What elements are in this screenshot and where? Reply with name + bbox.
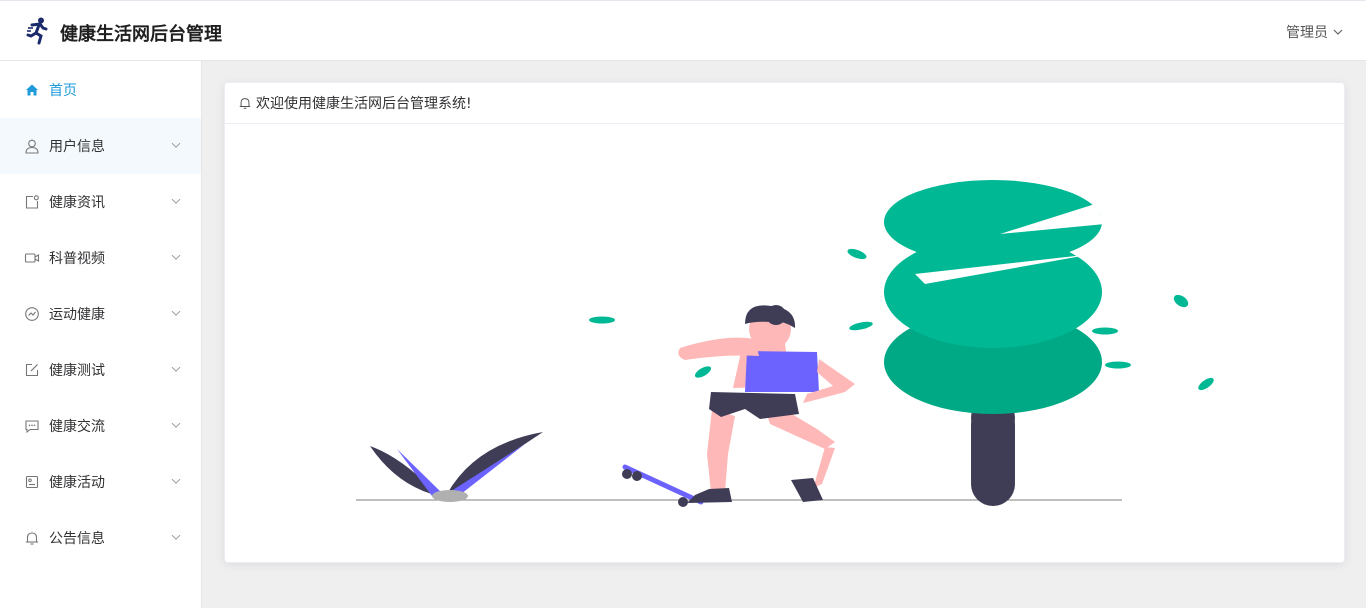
sidebar-item-science-video[interactable]: 科普视频 [0,230,201,286]
chevron-down-icon [1333,29,1343,35]
sidebar-item-health-activity[interactable]: 健康活动 [0,454,201,510]
sidebar-item-exercise-health[interactable]: 运动健康 [0,286,201,342]
welcome-text: 欢迎使用健康生活网后台管理系统! [256,96,472,112]
person-illustration [678,305,855,503]
edit-icon [24,362,40,378]
sidebar-item-announcements[interactable]: 公告信息 [0,510,201,566]
chat-dots-icon [24,418,40,434]
welcome-illustration [356,180,1214,507]
chevron-down-icon [171,364,181,374]
sidebar-item-label: 公告信息 [49,531,105,547]
user-icon [24,138,40,154]
home-icon [24,82,40,98]
sidebar-item-health-news[interactable]: 健康资讯 [0,174,201,230]
card-header: 欢迎使用健康生活网后台管理系统! [225,83,1344,124]
sidebar-item-label: 运动健康 [49,307,105,323]
chevron-down-icon [171,476,181,486]
sidebar-item-label: 健康测试 [49,363,105,379]
sidebar-item-home[interactable]: 首页 [0,61,201,118]
sidebar-item-health-test[interactable]: 健康测试 [0,342,201,398]
welcome-card: 欢迎使用健康生活网后台管理系统! [224,82,1345,563]
chevron-down-icon [171,140,181,150]
chevron-down-icon [171,252,181,262]
sidebar-item-health-exchange[interactable]: 健康交流 [0,398,201,454]
sidebar-item-label: 用户信息 [49,139,105,155]
user-menu[interactable]: 管理员 [1286,22,1344,42]
tree-illustration [884,180,1105,506]
sidebar-item-label: 健康活动 [49,475,105,491]
chart-circle-icon [24,306,40,322]
runner-logo-icon [26,17,48,45]
user-name: 管理员 [1286,25,1328,41]
sidebar-item-label: 健康资讯 [49,195,105,211]
bell-icon [239,98,251,109]
sidebar-item-label: 首页 [49,82,77,99]
sidebar-item-user-info[interactable]: 用户信息 [0,118,201,174]
sidebar-item-label: 科普视频 [49,251,105,267]
plant-illustration [370,432,543,502]
chevron-down-icon [171,420,181,430]
document-list-icon [24,474,40,490]
sidebar-menu: 首页 用户信息 健康资讯 科普视频 运动健康 健康测试 健康交流 健康活动 公告… [0,61,202,608]
brand-title: 健康生活网后台管理 [60,24,222,45]
sidebar-item-label: 健康交流 [49,419,105,435]
chevron-down-icon [171,196,181,206]
video-camera-icon [24,250,40,266]
notice-card-icon [24,194,40,210]
top-header: 健康生活网后台管理 管理员 [0,0,1366,61]
chevron-down-icon [171,308,181,318]
bell-icon [24,530,40,546]
chevron-down-icon [171,532,181,542]
